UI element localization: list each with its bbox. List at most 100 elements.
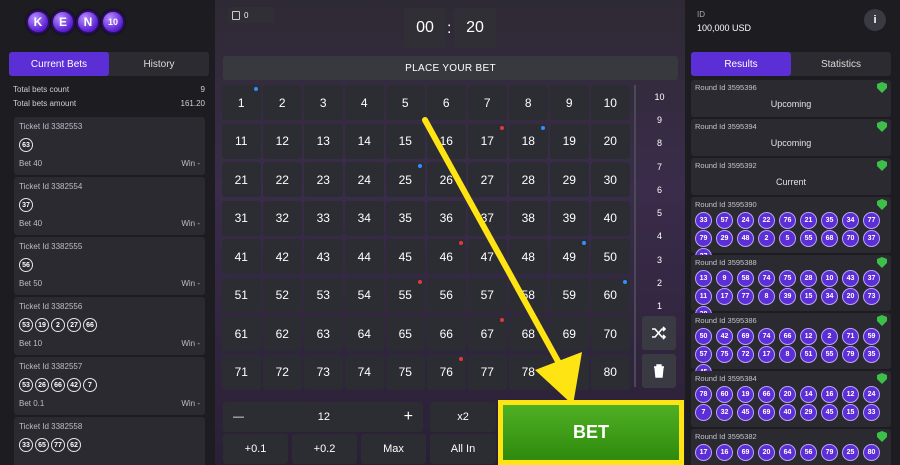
- number-cell[interactable]: 61: [222, 316, 261, 351]
- number-cell[interactable]: 15: [386, 123, 425, 159]
- number-cell[interactable]: 63: [304, 316, 343, 351]
- info-button[interactable]: i: [864, 9, 886, 31]
- shuffle-button[interactable]: [642, 316, 676, 350]
- number-cell[interactable]: 40: [591, 200, 630, 236]
- number-cell[interactable]: 38: [509, 200, 548, 236]
- number-cell[interactable]: 64: [345, 316, 384, 351]
- number-cell[interactable]: 76: [427, 354, 466, 390]
- number-cell[interactable]: 58: [509, 277, 548, 313]
- number-cell[interactable]: 80: [591, 354, 630, 390]
- number-cell[interactable]: 70: [591, 316, 630, 351]
- number-cell[interactable]: 72: [263, 354, 302, 390]
- number-cell[interactable]: 2: [263, 85, 302, 120]
- number-cell[interactable]: 46: [427, 239, 466, 274]
- number-cell[interactable]: 1: [222, 85, 261, 120]
- number-cell[interactable]: 17: [468, 123, 507, 159]
- number-cell[interactable]: 29: [550, 162, 589, 197]
- number-cell[interactable]: 66: [427, 316, 466, 351]
- clear-button[interactable]: [642, 354, 676, 388]
- number-cell[interactable]: 23: [304, 162, 343, 197]
- result-ball: 45: [737, 404, 754, 421]
- number-cell[interactable]: 43: [304, 239, 343, 274]
- number-cell[interactable]: 73: [304, 354, 343, 390]
- number-cell[interactable]: 12: [263, 123, 302, 159]
- number-cell[interactable]: 74: [345, 354, 384, 390]
- number-cell[interactable]: 41: [222, 239, 261, 274]
- number-cell[interactable]: 57: [468, 277, 507, 313]
- number-cell[interactable]: 34: [345, 200, 384, 236]
- double-stake-button[interactable]: x2: [430, 402, 496, 432]
- number-cell[interactable]: 9: [550, 85, 589, 120]
- number-cell[interactable]: 60: [591, 277, 630, 313]
- number-cell[interactable]: 51: [222, 277, 261, 313]
- stake-value[interactable]: 12: [318, 411, 330, 423]
- ticket-card: Ticket Id 3382557 53 26 66 42 7 Bet 0.1 Win -: [14, 357, 205, 415]
- number-cell[interactable]: 71: [222, 354, 261, 390]
- number-cell[interactable]: 5: [386, 85, 425, 120]
- number-cell[interactable]: 39: [550, 200, 589, 236]
- number-cell[interactable]: 65: [386, 316, 425, 351]
- number-cell[interactable]: 54: [345, 277, 384, 313]
- number-cell[interactable]: 68: [509, 316, 548, 351]
- number-cell[interactable]: 37: [468, 200, 507, 236]
- number-cell[interactable]: 45: [386, 239, 425, 274]
- add-0-2-button[interactable]: +0.2: [292, 434, 357, 464]
- number-cell[interactable]: 19: [550, 123, 589, 159]
- number-cell[interactable]: 69: [550, 316, 589, 351]
- number-cell[interactable]: 7: [468, 85, 507, 120]
- number-cell[interactable]: 67: [468, 316, 507, 351]
- number-cell[interactable]: 31: [222, 200, 261, 236]
- number-cell[interactable]: 62: [263, 316, 302, 351]
- number-cell[interactable]: 49: [550, 239, 589, 274]
- number-cell[interactable]: 32: [263, 200, 302, 236]
- number-cell[interactable]: 33: [304, 200, 343, 236]
- tab-statistics[interactable]: Statistics: [791, 52, 891, 76]
- number-cell[interactable]: 53: [304, 277, 343, 313]
- ticket-footer: Bet 50 Win -: [19, 276, 200, 290]
- number-cell[interactable]: 56: [427, 277, 466, 313]
- number-cell[interactable]: 36: [427, 200, 466, 236]
- number-cell[interactable]: 14: [345, 123, 384, 159]
- number-cell[interactable]: 20: [591, 123, 630, 159]
- number-cell[interactable]: 3: [304, 85, 343, 120]
- number-cell[interactable]: 16: [427, 123, 466, 159]
- number-cell[interactable]: 48: [509, 239, 548, 274]
- number-cell[interactable]: 22: [263, 162, 302, 197]
- number-cell[interactable]: 52: [263, 277, 302, 313]
- number-cell[interactable]: 30: [591, 162, 630, 197]
- number-cell[interactable]: 28: [509, 162, 548, 197]
- number-cell[interactable]: 26: [427, 162, 466, 197]
- increase-stake-button[interactable]: +: [404, 408, 413, 426]
- number-cell[interactable]: 50: [591, 239, 630, 274]
- number-cell[interactable]: 6: [427, 85, 466, 120]
- number-cell[interactable]: 4: [345, 85, 384, 120]
- number-cell[interactable]: 79: [550, 354, 589, 390]
- total-bets-amount-label: Total bets amount: [13, 98, 77, 108]
- number-cell[interactable]: 78: [509, 354, 548, 390]
- number-cell[interactable]: 42: [263, 239, 302, 274]
- number-cell[interactable]: 75: [386, 354, 425, 390]
- number-cell[interactable]: 18: [509, 123, 548, 159]
- number-cell[interactable]: 24: [345, 162, 384, 197]
- number-cell[interactable]: 59: [550, 277, 589, 313]
- number-cell[interactable]: 11: [222, 123, 261, 159]
- number-cell[interactable]: 47: [468, 239, 507, 274]
- tab-history[interactable]: History: [109, 52, 209, 76]
- number-cell[interactable]: 25: [386, 162, 425, 197]
- decrease-stake-button[interactable]: —: [233, 411, 244, 423]
- add-0-1-button[interactable]: +0.1: [223, 434, 288, 464]
- number-cell[interactable]: 8: [509, 85, 548, 120]
- number-cell[interactable]: 27: [468, 162, 507, 197]
- number-cell[interactable]: 55: [386, 277, 425, 313]
- number-cell[interactable]: 35: [386, 200, 425, 236]
- tab-current-bets[interactable]: Current Bets: [9, 52, 109, 76]
- number-cell[interactable]: 44: [345, 239, 384, 274]
- all-in-button[interactable]: All In: [430, 434, 496, 464]
- number-cell[interactable]: 21: [222, 162, 261, 197]
- tab-results[interactable]: Results: [691, 52, 791, 76]
- max-button[interactable]: Max: [361, 434, 426, 464]
- number-cell[interactable]: 77: [468, 354, 507, 390]
- number-cell[interactable]: 13: [304, 123, 343, 159]
- bet-button[interactable]: BET: [498, 400, 684, 465]
- number-cell[interactable]: 10: [591, 85, 630, 120]
